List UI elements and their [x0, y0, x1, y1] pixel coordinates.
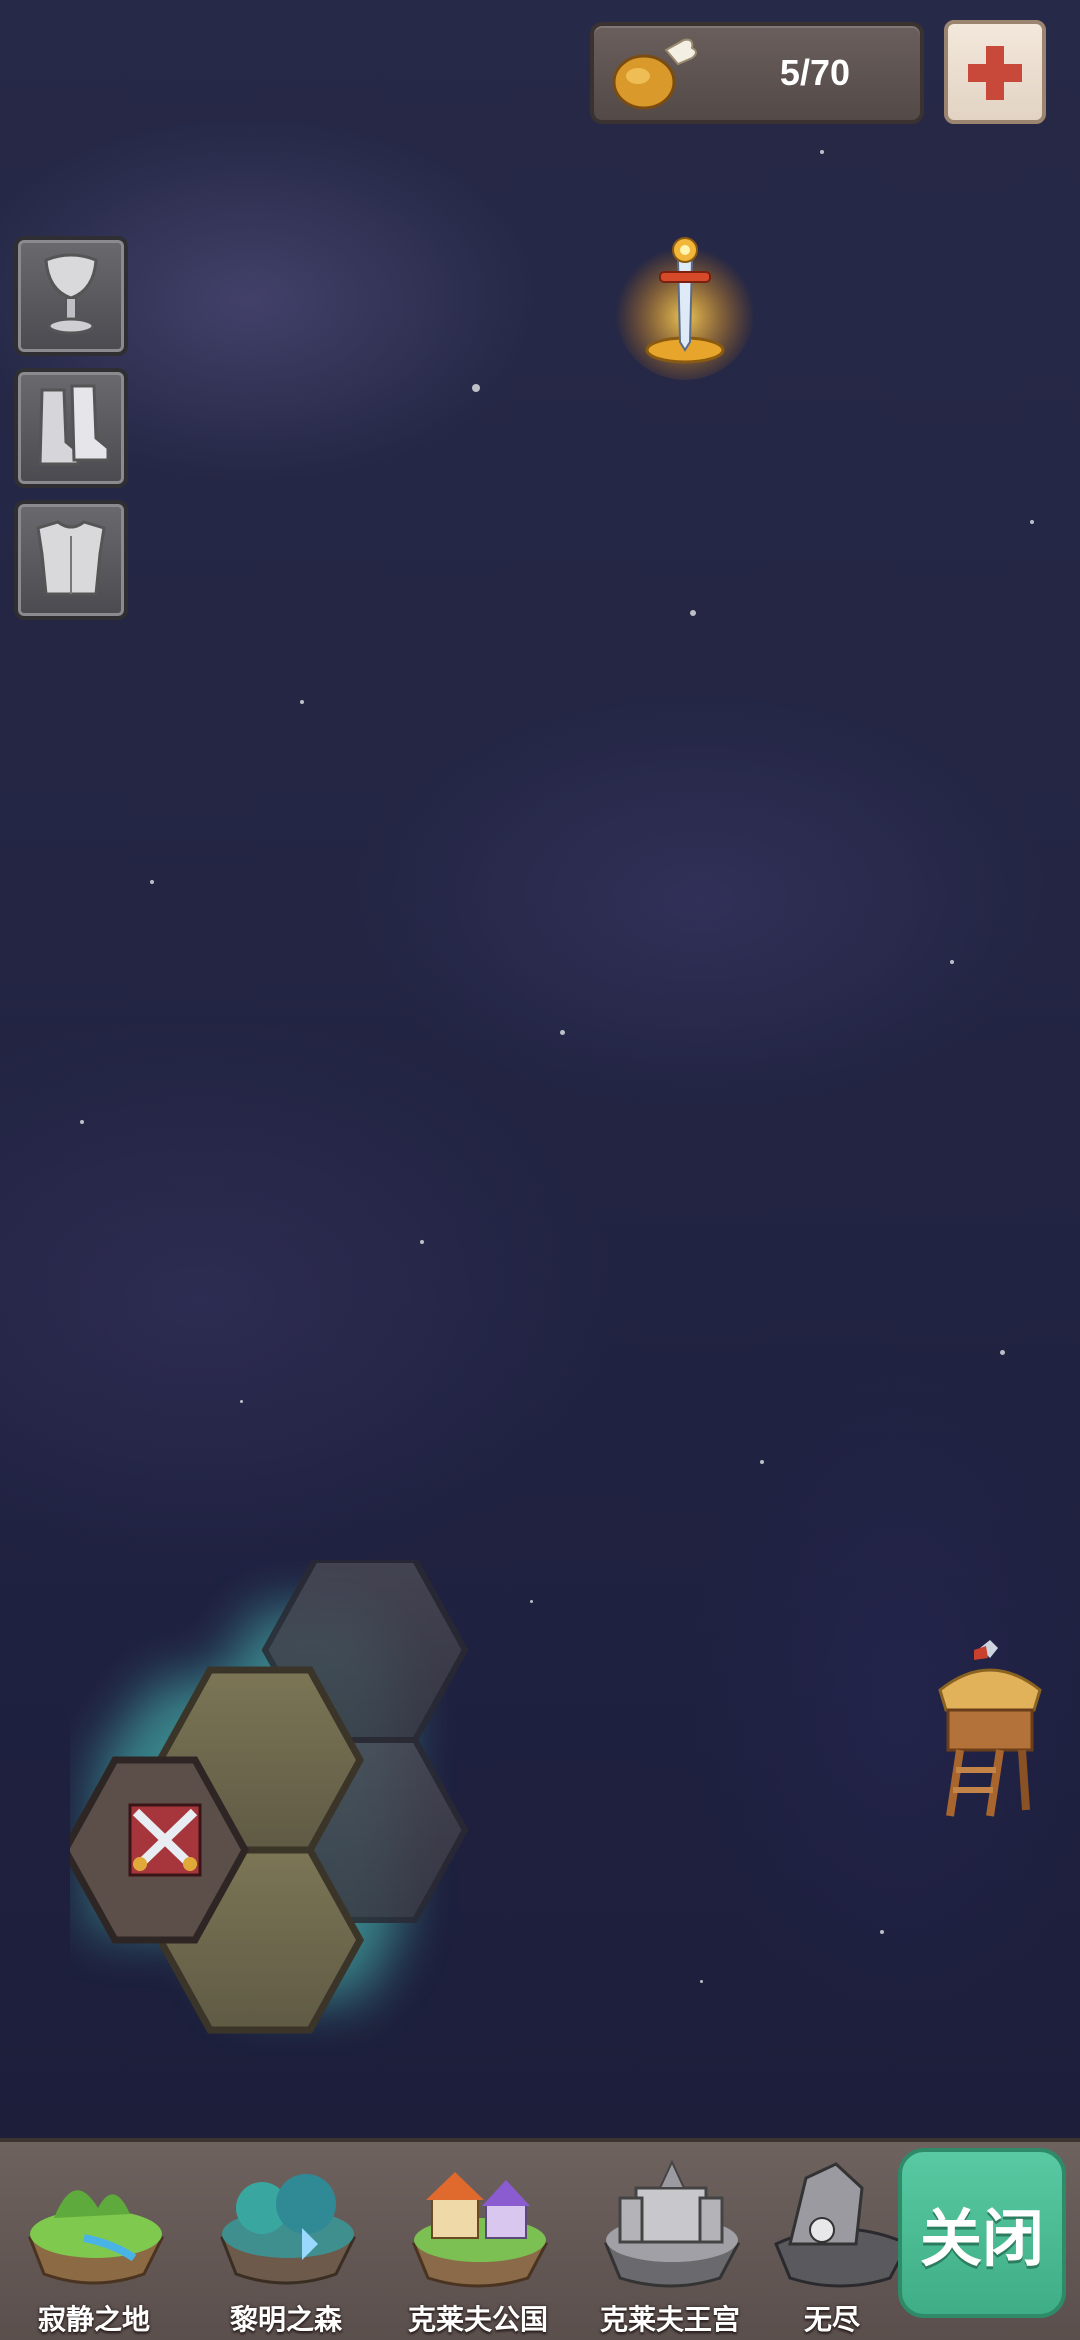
close-button[interactable]: 关闭 [898, 2148, 1066, 2318]
island-rock-icon [774, 2162, 900, 2288]
region-tab-dawn-forest[interactable]: 黎明之森 [196, 2148, 376, 2338]
stamina-bar: 5/70 [590, 22, 924, 124]
region-label: 克莱夫公国 [407, 2304, 548, 2335]
equip-slot-chestplate[interactable] [14, 500, 128, 620]
meat-drumstick-icon [612, 38, 697, 110]
hex-map [70, 1560, 469, 2034]
region-label: 寂静之地 [37, 2304, 150, 2335]
equip-slot-boots[interactable] [14, 368, 128, 488]
island-forest-icon [220, 2174, 357, 2285]
island-village-icon [412, 2172, 549, 2288]
region-tab-endless[interactable]: 无尽 [760, 2148, 900, 2338]
equip-slot-goblet[interactable] [14, 236, 128, 356]
island-meadow-icon [28, 2190, 165, 2285]
region-label: 克莱夫王宫 [599, 2304, 740, 2335]
golden-sword-trophy-icon[interactable] [600, 220, 770, 380]
stamina-count: 5/70 [779, 52, 850, 93]
add-stamina-button[interactable] [944, 20, 1046, 124]
region-tab-clive-duchy[interactable]: 克莱夫公国 [388, 2148, 568, 2338]
region-tab-clive-palace[interactable]: 克莱夫王宫 [580, 2148, 760, 2338]
boots-icon [38, 384, 110, 466]
crossed-swords-icon [128, 1803, 202, 1877]
goblet-icon [44, 253, 98, 335]
chestplate-icon [36, 520, 106, 596]
watchtower-icon[interactable] [930, 1640, 1050, 1820]
island-castle-icon [604, 2159, 741, 2288]
region-tab-silent-land[interactable]: 寂静之地 [4, 2148, 184, 2338]
region-label: 无尽 [804, 2304, 861, 2335]
region-label: 黎明之森 [229, 2304, 342, 2335]
